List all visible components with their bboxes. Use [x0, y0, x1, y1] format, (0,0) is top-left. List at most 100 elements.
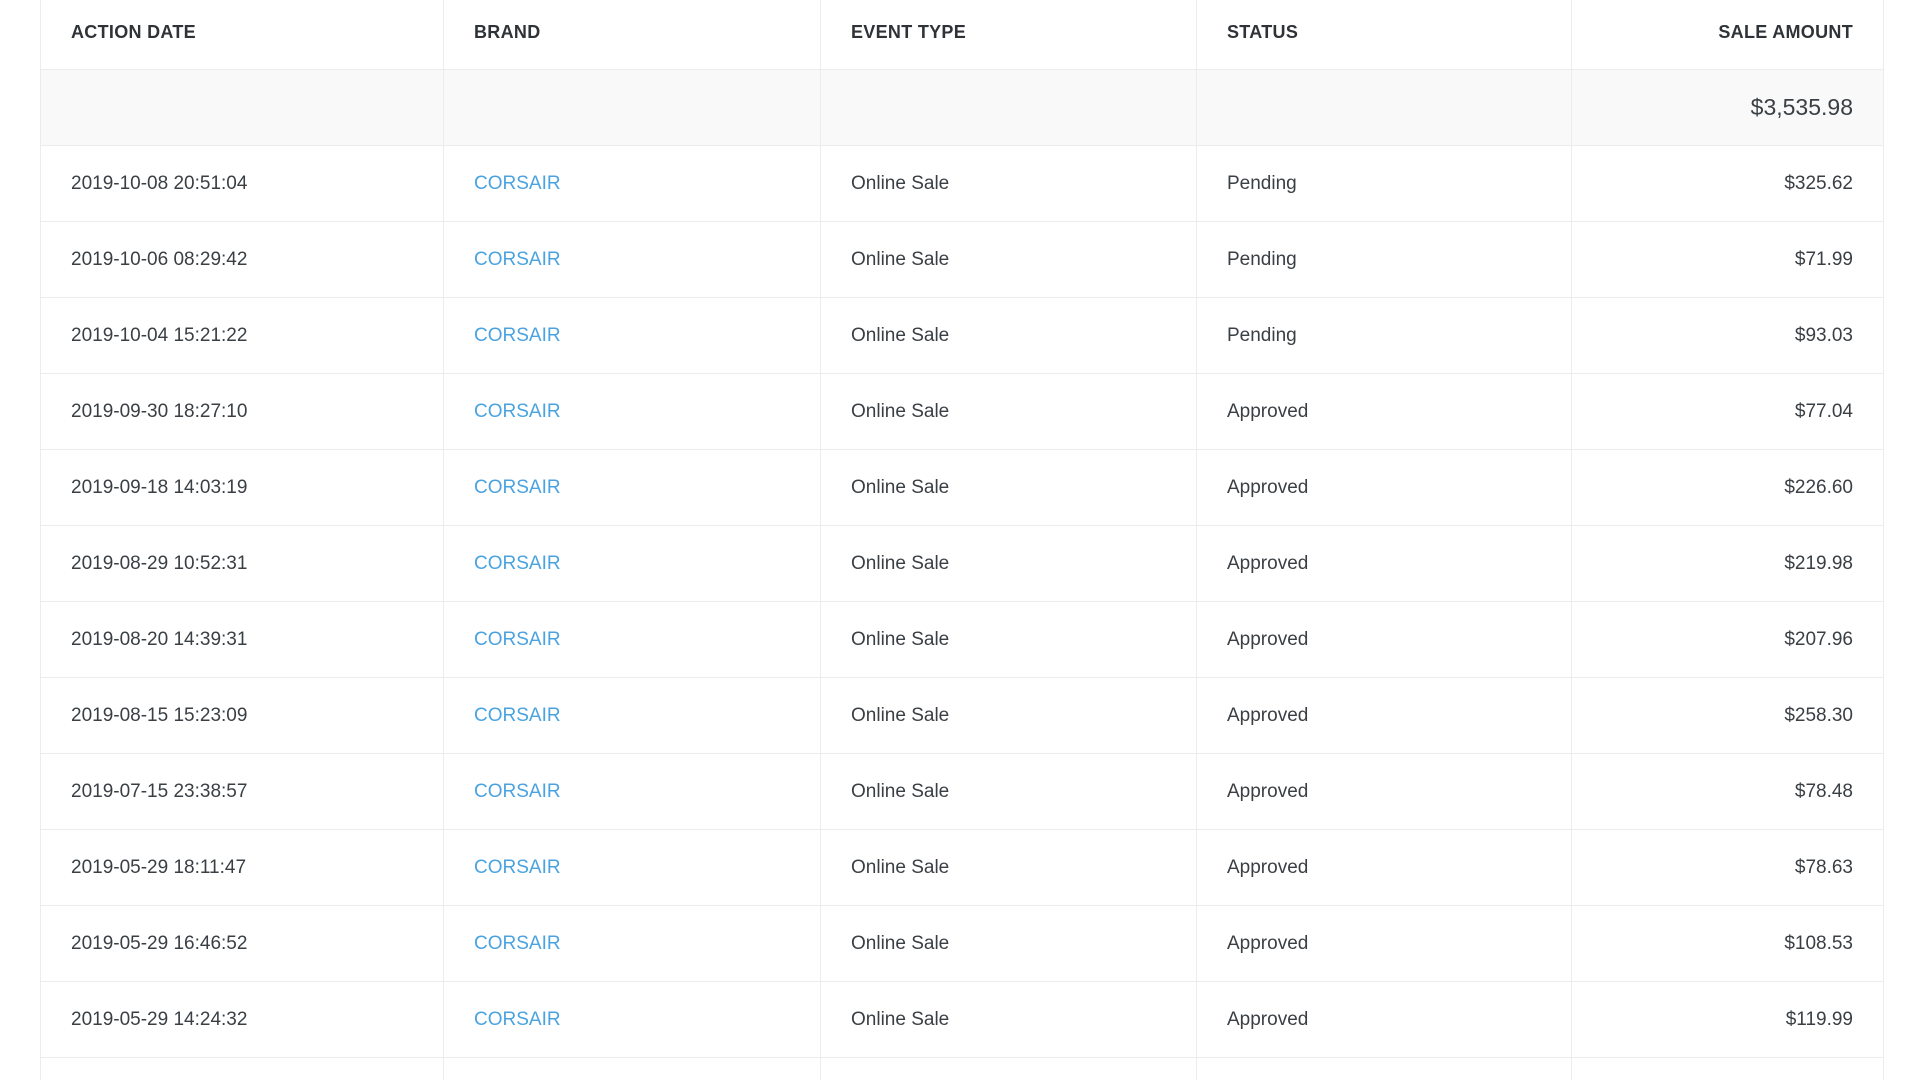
brand-cell: CORSAIR [443, 905, 821, 982]
action-date-cell: 2019-09-18 14:03:19 [40, 449, 444, 526]
total-cell-empty [1196, 69, 1572, 146]
event-type-cell: Online Sale [820, 981, 1197, 1058]
brand-link[interactable]: CORSAIR [474, 857, 561, 878]
event-type-cell: Online Sale [820, 829, 1197, 906]
brand-cell: CORSAIR [443, 525, 821, 602]
event-type-cell: Online Sale [820, 297, 1197, 374]
brand-link[interactable]: CORSAIR [474, 933, 561, 954]
brand-cell: CORSAIR [443, 297, 821, 374]
status-cell: Approved [1196, 905, 1572, 982]
event-type-cell: Online Sale [820, 525, 1197, 602]
table-row[interactable]: 2019-08-20 14:39:31 CORSAIR Online Sale App… [40, 601, 1884, 678]
brand-link[interactable]: CORSAIR [474, 325, 561, 346]
status-cell: Pending [1196, 297, 1572, 374]
sale-amount-cell: $78.20 [1571, 1057, 1884, 1080]
brand-link[interactable]: CORSAIR [474, 553, 561, 574]
event-type-cell: Online Sale [820, 449, 1197, 526]
brand-cell: CORSAIR [443, 221, 821, 298]
column-header-action-date[interactable]: ACTION DATE [40, 0, 444, 70]
table-row[interactable]: 2019-09-18 14:03:19 CORSAIR Online Sale App… [40, 449, 1884, 526]
brand-link[interactable]: CORSAIR [474, 781, 561, 802]
sale-amount-cell: $258.30 [1571, 677, 1884, 754]
brand-cell: CORSAIR [443, 753, 821, 830]
action-date-cell: 2019-05-29 14:24:32 [40, 981, 444, 1058]
brand-link[interactable]: CORSAIR [474, 401, 561, 422]
sale-amount-cell: $119.99 [1571, 981, 1884, 1058]
action-date-cell: 2019-05-29 18:11:47 [40, 829, 444, 906]
action-date-cell: 2019-07-15 23:38:57 [40, 753, 444, 830]
status-cell: Approved [1196, 677, 1572, 754]
status-cell: Pending [1196, 221, 1572, 298]
table-row[interactable]: 2019-05-29 14:24:32 CORSAIR Online Sale App… [40, 981, 1884, 1058]
event-type-cell: Online Sale [820, 905, 1197, 982]
table-header: ACTION DATE BRAND EVENT TYPE STATUS SALE… [40, 0, 1884, 70]
brand-cell: CORSAIR [443, 373, 821, 450]
sale-amount-cell: $77.04 [1571, 373, 1884, 450]
brand-cell: CORSAIR [443, 601, 821, 678]
sale-amount-cell: $71.99 [1571, 221, 1884, 298]
column-header-event-type[interactable]: EVENT TYPE [820, 0, 1197, 70]
event-type-cell: Online Sale [820, 753, 1197, 830]
sales-report-table: ACTION DATE BRAND EVENT TYPE STATUS SALE… [40, 0, 1884, 1080]
event-type-cell: Online Sale [820, 677, 1197, 754]
table-row[interactable]: 2019-09-30 18:27:10 CORSAIR Online Sale App… [40, 373, 1884, 450]
page: ACTION DATE BRAND EVENT TYPE STATUS SALE… [0, 0, 1920, 1080]
action-date-cell: 2019-09-30 18:27:10 [40, 373, 444, 450]
table-row[interactable]: 2019-10-08 20:51:04 CORSAIR Online Sale Pen… [40, 145, 1884, 222]
status-cell: Approved [1196, 981, 1572, 1058]
column-header-brand[interactable]: BRAND [443, 0, 821, 70]
total-cell-empty [40, 69, 444, 146]
table-row[interactable]: 2019-05-15 17:39:27CORSAIROnline SaleApp… [40, 1057, 1884, 1080]
brand-cell: CORSAIR [443, 449, 821, 526]
sale-amount-cell: $226.60 [1571, 449, 1884, 526]
event-type-cell: Online Sale [820, 221, 1197, 298]
brand-link[interactable]: CORSAIR [474, 477, 561, 498]
table-body: $3,535.98 2019-10-08 20:51:04 CORSAIR Onli… [40, 69, 1884, 1080]
table-row[interactable]: 2019-05-29 18:11:47 CORSAIR Online Sale App… [40, 829, 1884, 906]
action-date-cell: 2019-10-04 15:21:22 [40, 297, 444, 374]
brand-cell: CORSAIR [443, 829, 821, 906]
action-date-cell: 2019-05-15 17:39:27 [40, 1057, 444, 1080]
sale-amount-cell: $93.03 [1571, 297, 1884, 374]
brand-cell: CORSAIR [443, 1057, 821, 1080]
action-date-cell: 2019-08-15 15:23:09 [40, 677, 444, 754]
event-type-cell: Online Sale [820, 601, 1197, 678]
status-cell: Approved [1196, 373, 1572, 450]
brand-link[interactable]: CORSAIR [474, 173, 561, 194]
action-date-cell: 2019-10-08 20:51:04 [40, 145, 444, 222]
total-row: $3,535.98 [40, 69, 1884, 146]
event-type-cell: Online Sale [820, 145, 1197, 222]
table-row[interactable]: 2019-10-04 15:21:22 CORSAIR Online Sale Pen… [40, 297, 1884, 374]
table-row[interactable]: 2019-07-15 23:38:57 CORSAIR Online Sale App… [40, 753, 1884, 830]
status-cell: Approved [1196, 449, 1572, 526]
sale-amount-cell: $325.62 [1571, 145, 1884, 222]
action-date-cell: 2019-08-29 10:52:31 [40, 525, 444, 602]
action-date-cell: 2019-05-29 16:46:52 [40, 905, 444, 982]
table-row[interactable]: 2019-05-29 16:46:52 CORSAIR Online Sale App… [40, 905, 1884, 982]
status-cell: Approved [1196, 601, 1572, 678]
status-cell: Approved [1196, 753, 1572, 830]
status-cell: Approved [1196, 1057, 1572, 1080]
brand-cell: CORSAIR [443, 145, 821, 222]
header-row: ACTION DATE BRAND EVENT TYPE STATUS SALE… [40, 0, 1884, 70]
total-cell-empty [443, 69, 821, 146]
brand-link[interactable]: CORSAIR [474, 705, 561, 726]
column-header-sale-amount[interactable]: SALE AMOUNT [1571, 0, 1884, 70]
sale-amount-cell: $78.63 [1571, 829, 1884, 906]
sale-amount-cell: $108.53 [1571, 905, 1884, 982]
sale-amount-cell: $219.98 [1571, 525, 1884, 602]
status-cell: Pending [1196, 145, 1572, 222]
table-row[interactable]: 2019-08-15 15:23:09 CORSAIR Online Sale App… [40, 677, 1884, 754]
brand-link[interactable]: CORSAIR [474, 249, 561, 270]
brand-link[interactable]: CORSAIR [474, 1009, 561, 1030]
brand-cell: CORSAIR [443, 981, 821, 1058]
column-header-status[interactable]: STATUS [1196, 0, 1572, 70]
table-row[interactable]: 2019-10-06 08:29:42 CORSAIR Online Sale Pen… [40, 221, 1884, 298]
brand-link[interactable]: CORSAIR [474, 629, 561, 650]
sale-amount-cell: $78.48 [1571, 753, 1884, 830]
status-cell: Approved [1196, 829, 1572, 906]
sale-amount-cell: $207.96 [1571, 601, 1884, 678]
brand-cell: CORSAIR [443, 677, 821, 754]
table-row[interactable]: 2019-08-29 10:52:31 CORSAIR Online Sale App… [40, 525, 1884, 602]
event-type-cell: Online Sale [820, 1057, 1197, 1080]
